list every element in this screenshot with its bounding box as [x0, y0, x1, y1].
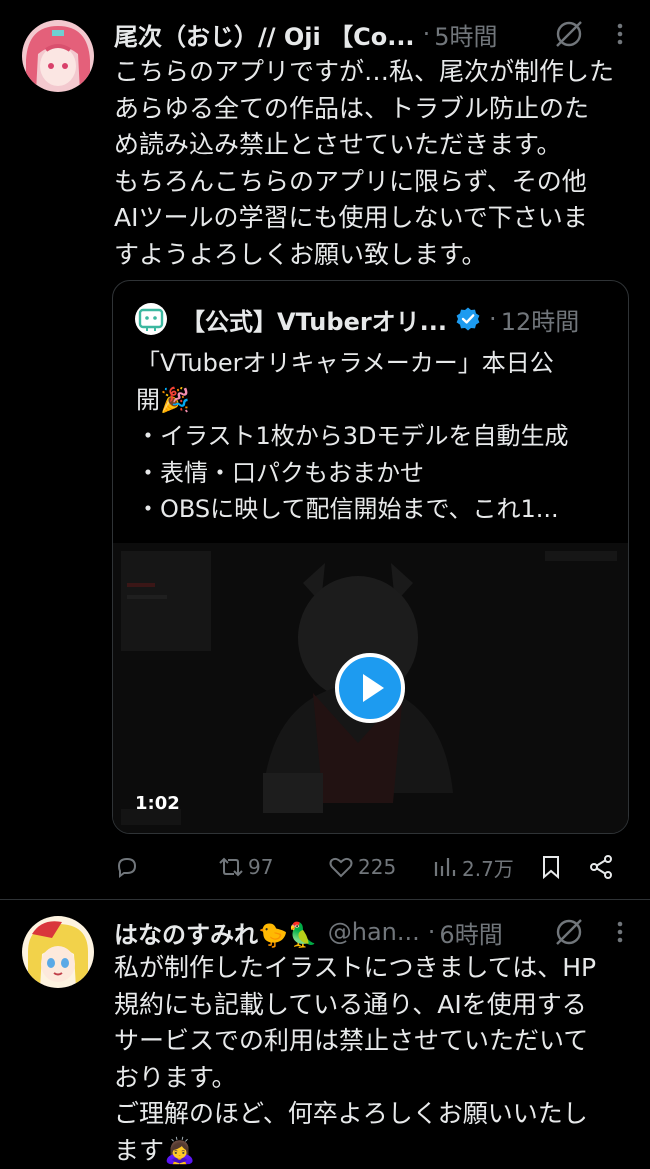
display-name[interactable]: 尾次（おじ）// Oji 【Co... [114, 17, 415, 52]
text-line: こちらのアプリですが…私、尾次が制作した [114, 54, 632, 91]
action-bar: 97 225 2.7万 [112, 850, 632, 884]
like-button[interactable]: 225 [328, 850, 396, 884]
retweet-count: 97 [248, 855, 273, 879]
display-name[interactable]: はなのすみれ🐤🦜 [114, 915, 318, 950]
text-line: おります。 [114, 1060, 632, 1097]
text-line: 規約にも記載している通り、AIを使用する [114, 987, 632, 1024]
text-line: ・イラスト1枚から3Dモデルを自動生成 [136, 418, 610, 455]
separator-dot: · [428, 918, 436, 946]
reply-button[interactable] [114, 850, 144, 884]
text-line: め読み込み禁止とさせていただきます。 [114, 127, 632, 164]
text-line: ・OBSに映して配信開始まで、これ1... [136, 491, 610, 528]
quote-timestamp: 12時間 [501, 302, 580, 337]
video-duration: 1:02 [135, 793, 180, 814]
tweet-header: 尾次（おじ）// Oji 【Co... · 5時間 [114, 16, 632, 52]
text-line: 開🎉 [136, 382, 610, 419]
bookmark-button[interactable] [538, 850, 564, 884]
quote-text: 「VTuberオリキャラメーカー」本日公 開🎉 ・イラスト1枚から3Dモデルを自… [136, 345, 610, 528]
grok-icon[interactable] [554, 917, 584, 947]
timestamp[interactable]: 6時間 [439, 915, 502, 950]
text-line: AIツールの学習にも使用しないで下さいま [114, 200, 632, 237]
bookmark-icon [538, 854, 564, 880]
play-button[interactable] [335, 653, 405, 723]
text-line: ます🙇‍♀️ [114, 1133, 632, 1169]
views-count: 2.7万 [462, 853, 514, 882]
share-icon [588, 854, 614, 880]
timestamp[interactable]: 5時間 [434, 17, 497, 52]
quoted-tweet-card[interactable]: 【公式】VTuberオリ... · 12時間 「VTuberオリキャラメーカー」… [112, 280, 629, 834]
share-button[interactable] [588, 850, 614, 884]
text-line: あらゆる全ての作品は、トラブル防止のた [114, 91, 632, 128]
text-line: 「VTuberオリキャラメーカー」本日公 [136, 345, 610, 382]
tweet[interactable]: 尾次（おじ）// Oji 【Co... · 5時間 こちらのアプリですが…私、尾… [0, 0, 650, 900]
video-thumbnail[interactable]: 1:02 [113, 543, 628, 833]
avatar[interactable] [22, 20, 94, 92]
quote-avatar [135, 303, 167, 335]
tweet-header: はなのすみれ🐤🦜 @han... · 6時間 [114, 914, 632, 950]
retweet-button[interactable]: 97 [218, 850, 273, 884]
text-line: ・表情・口パクもおまかせ [136, 455, 610, 492]
handle[interactable]: @han... [328, 918, 420, 946]
separator-dot: · [489, 305, 497, 333]
more-icon[interactable] [608, 19, 632, 49]
verified-icon [455, 306, 481, 332]
more-icon[interactable] [608, 917, 632, 947]
tweet-text: 私が制作したイラストにつきましては、HP 規約にも記載している通り、AIを使用す… [114, 950, 632, 1169]
text-line: サービスでの利用は禁止させていただいて [114, 1023, 632, 1060]
views-button[interactable]: 2.7万 [432, 850, 514, 884]
grok-icon[interactable] [554, 19, 584, 49]
avatar[interactable] [22, 916, 94, 988]
tweet[interactable]: はなのすみれ🐤🦜 @han... · 6時間 私が制作したイラストにつきましては… [0, 900, 650, 1166]
play-icon [339, 657, 401, 719]
separator-dot: · [423, 20, 431, 48]
tweet-text: こちらのアプリですが…私、尾次が制作した あらゆる全ての作品は、トラブル防止のた… [114, 54, 632, 273]
retweet-icon [218, 854, 244, 880]
quote-header: 【公式】VTuberオリ... · 12時間 [135, 301, 608, 337]
text-line: すようよろしくお願い致します。 [114, 237, 632, 274]
reply-icon [114, 854, 140, 880]
like-icon [328, 854, 354, 880]
text-line: ご理解のほど、何卒よろしくお願いいたし [114, 1096, 632, 1133]
text-line: 私が制作したイラストにつきましては、HP [114, 950, 632, 987]
views-icon [432, 854, 458, 880]
text-line: もちろんこちらのアプリに限らず、その他 [114, 164, 632, 201]
like-count: 225 [358, 855, 396, 879]
quote-display-name: 【公式】VTuberオリ... [181, 302, 447, 337]
